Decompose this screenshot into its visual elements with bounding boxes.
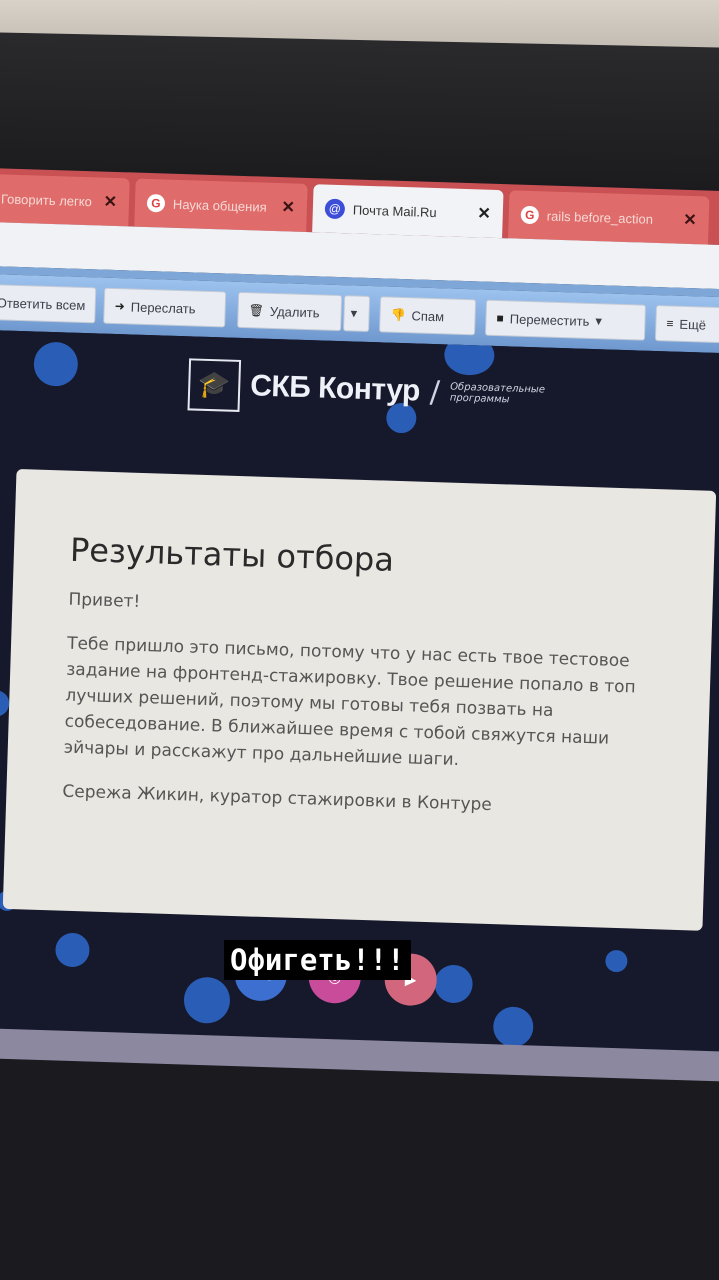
trash-icon: 🗑 — [248, 303, 265, 318]
google-icon: G — [520, 205, 540, 225]
more-button[interactable]: ≡ Ещё — [654, 304, 719, 344]
close-icon[interactable]: ✕ — [477, 203, 491, 223]
folder-icon: ■ — [496, 310, 505, 326]
slash-divider: / — [429, 374, 441, 410]
chevron-down-icon: ▾ — [350, 305, 358, 321]
tab-speak-easy[interactable]: Говорить легко ✕ — [0, 173, 130, 227]
email-signature: Сережа Жикин, куратор стажировки в Конту… — [62, 781, 493, 816]
reply-all-label: Ответить всем — [0, 294, 86, 313]
spam-label: Спам — [411, 307, 445, 324]
spam-button[interactable]: 👎 Спам — [379, 296, 477, 336]
chevron-down-icon: ▾ — [595, 313, 603, 329]
tab-title: rails before_action — [546, 208, 654, 227]
tab-title: Наука общения — [172, 196, 267, 215]
reply-all-button[interactable]: Ответить всем — [0, 283, 97, 324]
decor-dot — [183, 976, 231, 1024]
email-body-text: Тебе пришло это письмо, потому что у нас… — [63, 633, 637, 771]
close-icon[interactable]: ✕ — [683, 210, 697, 230]
forward-arrow-icon: ➜ — [114, 298, 126, 314]
decor-dot — [605, 949, 628, 973]
tab-rails-before-action[interactable]: G rails before_action ✕ — [508, 190, 710, 245]
email-greeting: Привет! — [68, 589, 141, 612]
tab-title: Почта Mail.Ru — [352, 201, 437, 220]
mail-ru-icon: @ — [324, 198, 346, 220]
brand-logo: 🎓 СКБ Контур / Образовательные программы — [187, 358, 545, 421]
email-title: Результаты отбора — [69, 530, 395, 579]
move-button[interactable]: ■ Переместить ▾ — [484, 299, 647, 341]
more-label: Ещё — [679, 316, 707, 333]
brand-name: СКБ Контур — [249, 369, 421, 408]
monitor-screen: Говорить легко ✕ G Наука общения ✕ @ Поч… — [0, 168, 719, 1082]
monitor-bezel — [0, 32, 719, 188]
message-card: Результаты отбора Привет! Тебе пришло эт… — [2, 468, 717, 931]
delete-label: Удалить — [269, 303, 320, 320]
delete-dropdown-button[interactable]: ▾ — [343, 295, 371, 332]
thumbs-down-icon: 👎 — [390, 307, 406, 323]
brand-subtitle: Образовательные программы — [450, 382, 545, 407]
move-label: Переместить — [509, 310, 590, 329]
decor-dot — [434, 964, 474, 1004]
graduation-cap-icon: 🎓 — [187, 358, 242, 412]
tab-mail-ru[interactable]: @ Почта Mail.Ru ✕ — [312, 184, 504, 239]
tab-communication-science[interactable]: G Наука общения ✕ — [134, 178, 308, 232]
story-caption: Офигеть!!! — [224, 940, 411, 980]
menu-icon: ≡ — [666, 316, 674, 331]
close-icon[interactable]: ✕ — [281, 197, 295, 217]
tab-title: Говорить легко — [0, 190, 93, 209]
decor-dot — [54, 932, 91, 968]
close-icon[interactable]: ✕ — [103, 192, 117, 212]
delete-button[interactable]: 🗑 Удалить — [237, 291, 343, 332]
forward-button[interactable]: ➜ Переслать — [103, 287, 227, 328]
decor-dot — [33, 341, 79, 387]
google-icon: G — [146, 193, 166, 213]
forward-label: Переслать — [130, 298, 196, 317]
decor-dot — [492, 1006, 534, 1048]
